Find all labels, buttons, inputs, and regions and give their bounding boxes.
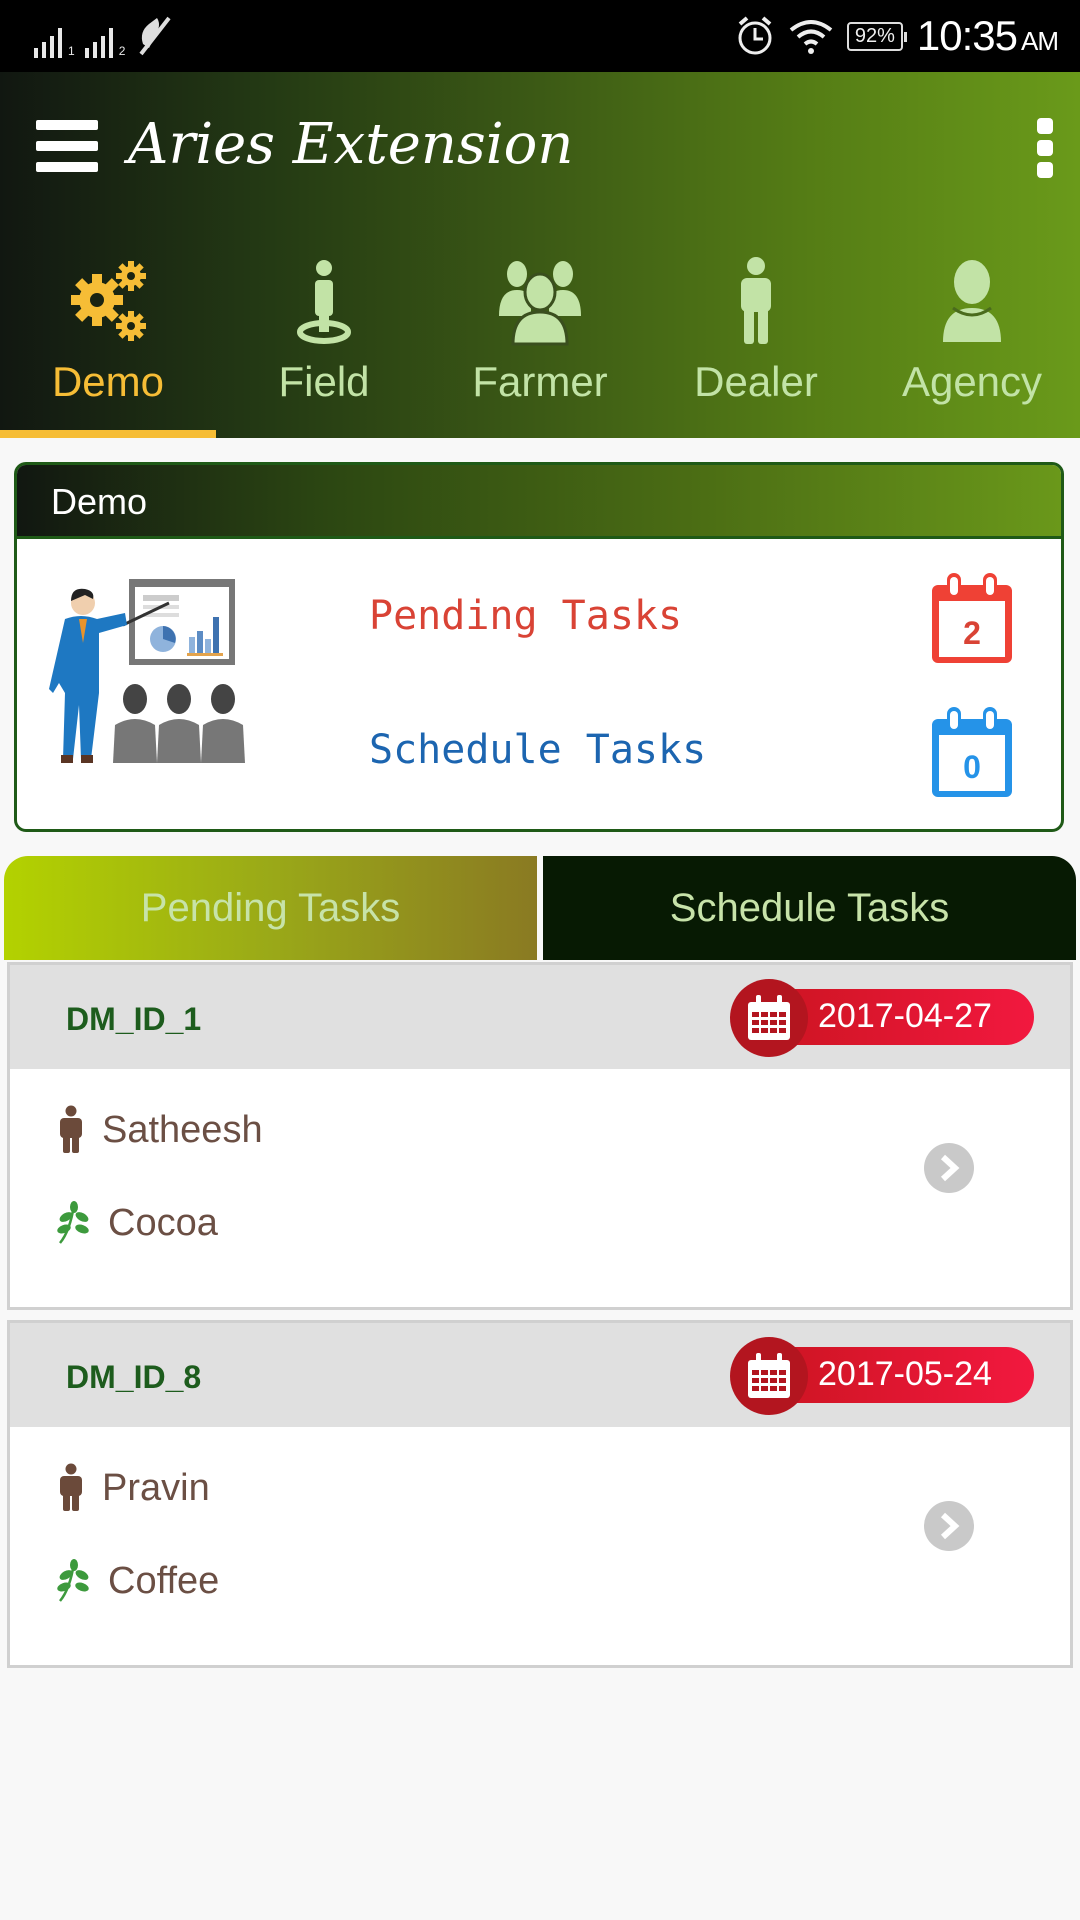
task-item[interactable]: DM_ID_8 2017-05-24 Pravin Coffee bbox=[7, 1320, 1073, 1668]
tab-dealer[interactable]: Dealer bbox=[648, 248, 864, 438]
tab-agency[interactable]: Agency bbox=[864, 248, 1080, 438]
sim1-label: 1 bbox=[68, 44, 75, 58]
schedule-tasks-link[interactable]: Schedule Tasks bbox=[369, 727, 706, 773]
leaf-icon bbox=[57, 1201, 89, 1244]
person-location-icon bbox=[297, 260, 351, 344]
clock: 10:35 AM bbox=[916, 12, 1059, 60]
segment-pending-tasks[interactable]: Pending Tasks bbox=[4, 856, 537, 960]
app-title: Aries Extension bbox=[128, 112, 574, 177]
schedule-count-badge[interactable]: 0 bbox=[929, 705, 1015, 801]
open-task-button[interactable] bbox=[924, 1501, 974, 1551]
man-icon bbox=[741, 257, 771, 344]
tab-label: Dealer bbox=[694, 358, 818, 405]
crop-name: Cocoa bbox=[108, 1201, 218, 1244]
open-task-button[interactable] bbox=[924, 1143, 974, 1193]
task-date: 2017-05-24 bbox=[818, 1355, 992, 1393]
task-item-header: DM_ID_8 2017-05-24 bbox=[10, 1323, 1070, 1427]
crop-name: Coffee bbox=[108, 1559, 220, 1602]
clock-time: 10:35 bbox=[916, 12, 1018, 59]
tab-field[interactable]: Field bbox=[216, 248, 432, 438]
card-title: Demo bbox=[17, 465, 1061, 539]
tab-demo[interactable]: Demo bbox=[0, 248, 216, 438]
pending-count-badge[interactable]: 2 bbox=[929, 571, 1015, 667]
status-bar: 1 2 92% 10:35 AM bbox=[0, 0, 1080, 72]
wifi-icon bbox=[789, 20, 833, 54]
chevron-right-icon bbox=[940, 1512, 960, 1540]
person-icon bbox=[60, 1463, 82, 1511]
farmer-name: Satheesh bbox=[102, 1108, 263, 1151]
person-icon bbox=[60, 1105, 82, 1153]
calendar-circle bbox=[730, 979, 808, 1057]
farmer-row: Satheesh bbox=[56, 1105, 263, 1155]
vibrate-off-icon bbox=[139, 16, 175, 56]
active-tab-indicator bbox=[0, 430, 216, 438]
dot bbox=[1037, 140, 1053, 156]
task-date: 2017-04-27 bbox=[818, 997, 992, 1035]
task-item-header: DM_ID_1 2017-04-27 bbox=[10, 965, 1070, 1069]
task-item[interactable]: DM_ID_1 2017-04-27 Satheesh Cocoa bbox=[7, 962, 1073, 1310]
demo-summary-card: Demo Pending Tasks Schedule Tasks 2 0 bbox=[14, 462, 1064, 832]
task-list: DM_ID_1 2017-04-27 Satheesh Cocoa DM_ID_… bbox=[7, 962, 1073, 1678]
menu-icon-bar bbox=[36, 162, 98, 172]
sim2-label: 2 bbox=[118, 44, 126, 58]
farmer-name: Pravin bbox=[102, 1466, 210, 1509]
task-segment-tabs: Pending Tasks Schedule Tasks bbox=[4, 856, 1076, 960]
alarm-icon bbox=[738, 16, 772, 55]
clock-ampm: AM bbox=[1021, 26, 1059, 56]
pending-tasks-link[interactable]: Pending Tasks bbox=[369, 593, 682, 639]
farmer-row: Pravin bbox=[56, 1463, 210, 1513]
user-icon bbox=[943, 260, 1001, 342]
presentation-illustration bbox=[49, 579, 245, 763]
leaf-icon bbox=[57, 1559, 89, 1602]
crop-row: Coffee bbox=[56, 1559, 219, 1603]
battery-indicator: 92% bbox=[846, 21, 907, 51]
signal-sim2-icon: 2 bbox=[84, 28, 126, 58]
dot bbox=[1037, 118, 1053, 134]
signal-sim1-icon: 1 bbox=[34, 28, 75, 58]
calendar-grid-icon bbox=[748, 1353, 790, 1398]
nav-tabs: Demo Field Farmer Dealer Agency bbox=[0, 248, 1080, 438]
gears-icon bbox=[71, 261, 146, 341]
tab-label: Farmer bbox=[472, 358, 608, 405]
dot bbox=[1037, 162, 1053, 178]
calendar-circle bbox=[730, 1337, 808, 1415]
tab-label: Demo bbox=[51, 358, 165, 405]
schedule-count: 0 bbox=[963, 749, 981, 785]
tab-label: Agency bbox=[901, 358, 1043, 405]
overflow-menu-button[interactable] bbox=[1036, 118, 1054, 178]
segment-schedule-tasks[interactable]: Schedule Tasks bbox=[543, 856, 1076, 960]
task-id: DM_ID_8 bbox=[66, 1359, 202, 1395]
task-date-badge: 2017-05-24 bbox=[730, 1337, 1034, 1415]
menu-button[interactable] bbox=[36, 120, 98, 172]
group-icon bbox=[499, 261, 581, 346]
app-bar: Aries Extension Demo Field Farmer Dealer… bbox=[0, 72, 1080, 438]
tab-farmer[interactable]: Farmer bbox=[432, 248, 648, 438]
menu-icon-bar bbox=[36, 120, 98, 130]
task-id: DM_ID_1 bbox=[66, 1001, 202, 1037]
calendar-grid-icon bbox=[748, 995, 790, 1040]
task-date-badge: 2017-04-27 bbox=[730, 979, 1034, 1057]
crop-row: Cocoa bbox=[56, 1201, 218, 1245]
tab-label: Field bbox=[278, 358, 370, 405]
pending-count: 2 bbox=[963, 615, 981, 651]
menu-icon-bar bbox=[36, 141, 98, 151]
chevron-right-icon bbox=[940, 1154, 960, 1182]
